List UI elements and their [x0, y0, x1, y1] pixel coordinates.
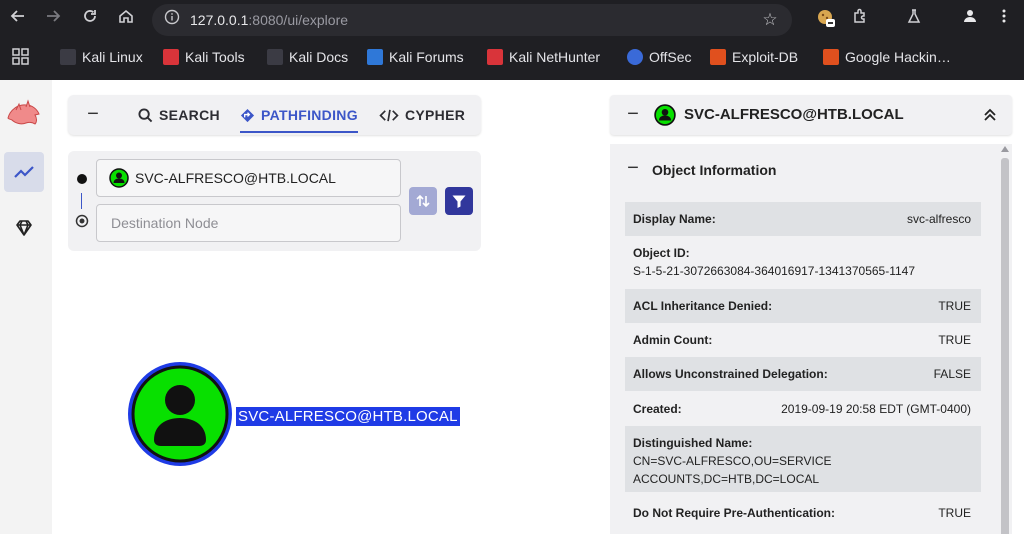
left-nav-rail [0, 80, 52, 534]
user-node-icon [109, 168, 129, 188]
kali-dragon-icon [60, 49, 76, 65]
chevron-double-up-icon[interactable] [980, 105, 1000, 125]
kali-tools-icon [163, 49, 179, 65]
explore-nav-button[interactable] [4, 152, 44, 192]
site-info-icon[interactable] [160, 8, 184, 32]
browser-chrome: 127.0.0.1:8080/ui/explore ☆ Kali Linux K… [0, 0, 1024, 80]
bookmark-star-icon[interactable]: ☆ [758, 8, 782, 32]
home-icon[interactable] [114, 8, 138, 32]
bloodhound-app: − SEARCH PATHFINDING CYPHER SVC-ALFRESCO… [0, 80, 1024, 534]
graph-user-node[interactable] [126, 360, 234, 468]
entity-header: − SVC-ALFRESCO@HTB.LOCAL [610, 95, 1012, 135]
entity-title: SVC-ALFRESCO@HTB.LOCAL [684, 106, 904, 123]
bookmark-kali-docs[interactable]: Kali Docs [267, 46, 348, 68]
search-tabs-panel: − SEARCH PATHFINDING CYPHER [68, 95, 481, 135]
bloodhound-logo-icon [4, 96, 44, 132]
graph-node-label[interactable]: SVC-ALFRESCO@HTB.LOCAL [236, 407, 460, 426]
property-row: Display Name: svc-alfresco [625, 202, 981, 236]
bookmark-kali-linux[interactable]: Kali Linux [60, 46, 143, 68]
code-icon [379, 109, 399, 121]
reload-icon[interactable] [78, 8, 102, 32]
exploit-db-icon [710, 49, 726, 65]
swap-nodes-button[interactable] [409, 187, 437, 215]
kali-forums-icon [367, 49, 383, 65]
extension-cookie-icon[interactable] [814, 8, 838, 32]
offsec-icon [627, 49, 643, 65]
diamond-icon [16, 220, 32, 236]
property-row: Distinguished Name: CN=SVC-ALFRESCO,OU=S… [625, 426, 981, 492]
menu-kebab-icon[interactable] [992, 8, 1016, 32]
property-row: Do Not Require Pre-Authentication: TRUE [633, 506, 971, 520]
route-diamond-icon [240, 108, 255, 122]
destination-node-input[interactable]: Destination Node [96, 204, 401, 242]
search-icon [138, 107, 153, 122]
apps-grid-icon[interactable] [12, 48, 30, 66]
object-information-header[interactable]: − Object Information [610, 144, 998, 194]
google-hacking-icon [823, 49, 839, 65]
nethunter-icon [487, 49, 503, 65]
edge-filter-button[interactable] [445, 187, 473, 215]
path-connector-line [81, 193, 82, 209]
browser-toolbar: 127.0.0.1:8080/ui/explore ☆ [0, 0, 1024, 40]
user-silhouette-icon [165, 385, 195, 415]
property-row: Admin Count: TRUE [633, 333, 971, 347]
start-node-dot-icon [77, 174, 87, 184]
tab-pathfinding[interactable]: PATHFINDING [240, 95, 358, 135]
collapse-section-button[interactable]: − [624, 158, 642, 178]
property-row: Allows Unconstrained Delegation: FALSE [625, 357, 981, 391]
bookmark-google-hacking[interactable]: Google Hackin… [823, 46, 951, 68]
source-node-input[interactable]: SVC-ALFRESCO@HTB.LOCAL [96, 159, 401, 197]
bookmark-offsec[interactable]: OffSec [627, 46, 692, 68]
tab-search[interactable]: SEARCH [138, 95, 220, 135]
gem-nav-button[interactable] [4, 208, 44, 248]
address-bar[interactable]: 127.0.0.1:8080/ui/explore ☆ [152, 4, 792, 36]
profile-icon[interactable] [958, 8, 982, 32]
scroll-up-arrow-icon[interactable] [1001, 146, 1009, 152]
scrollbar-thumb[interactable] [1001, 158, 1009, 534]
swap-arrows-icon [416, 194, 430, 208]
trend-line-icon [14, 166, 34, 178]
kali-docs-icon [267, 49, 283, 65]
property-row: Created: 2019-09-19 20:58 EDT (GMT-0400) [633, 402, 971, 416]
back-icon[interactable] [6, 8, 30, 32]
details-scrollbar[interactable] [998, 144, 1012, 534]
object-information-panel: − Object Information Display Name: svc-a… [610, 144, 1012, 534]
user-node-icon [654, 104, 676, 126]
forward-icon[interactable] [41, 8, 65, 32]
collapse-details-button[interactable]: − [624, 104, 642, 125]
bookmark-kali-nethunter[interactable]: Kali NetHunter [487, 46, 600, 68]
extensions-puzzle-icon[interactable] [848, 8, 872, 32]
labs-flask-icon[interactable] [902, 8, 926, 32]
target-node-icon [75, 214, 89, 228]
collapse-search-button[interactable]: − [84, 104, 102, 125]
url-text[interactable]: 127.0.0.1:8080/ui/explore [190, 4, 348, 36]
filter-funnel-icon [452, 195, 466, 208]
property-row: ACL Inheritance Denied: TRUE [625, 289, 981, 323]
tab-cypher[interactable]: CYPHER [379, 95, 465, 135]
bookmarks-bar: Kali Linux Kali Tools Kali Docs Kali For… [0, 42, 1024, 72]
pathfinding-panel: SVC-ALFRESCO@HTB.LOCAL Destination Node [68, 151, 481, 251]
bookmark-kali-tools[interactable]: Kali Tools [163, 46, 245, 68]
property-row: Object ID: S-1-5-21-3072663084-364016917… [633, 246, 916, 278]
bookmark-exploit-db[interactable]: Exploit-DB [710, 46, 798, 68]
bookmark-kali-forums[interactable]: Kali Forums [367, 46, 464, 68]
